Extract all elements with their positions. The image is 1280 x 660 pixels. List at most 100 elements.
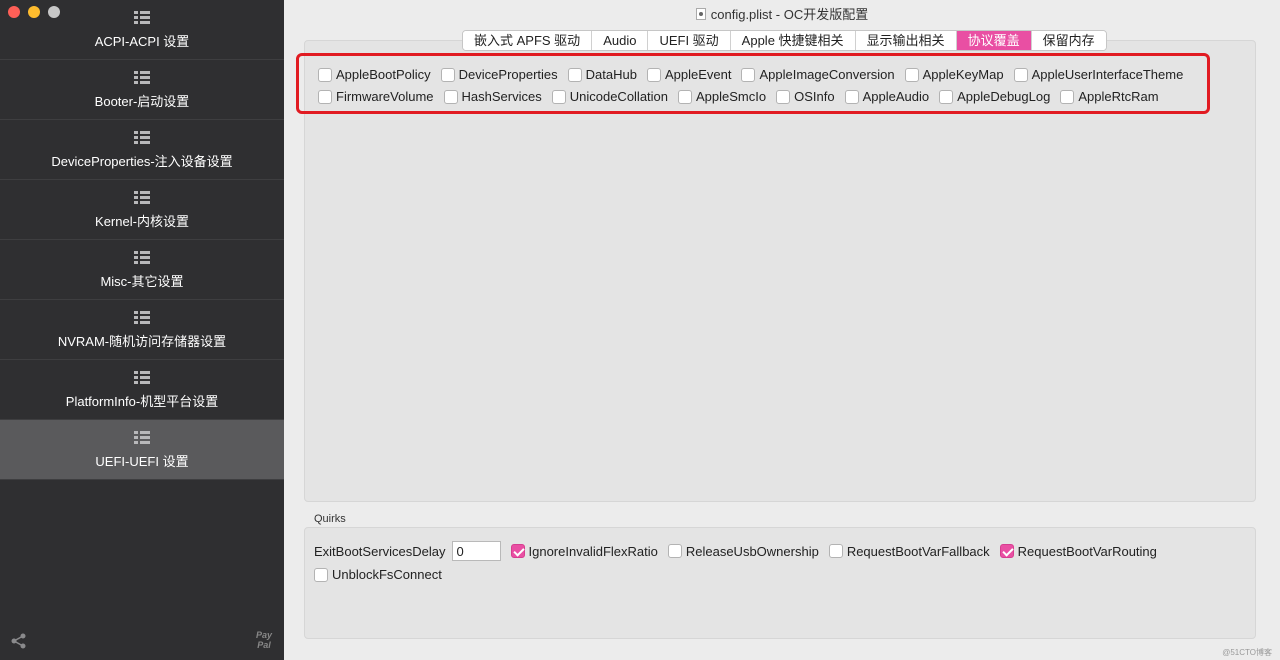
quirks-row-2: UnblockFsConnect	[314, 567, 452, 582]
list-icon	[134, 131, 150, 145]
checkbox-box[interactable]	[1013, 67, 1028, 82]
exit-boot-services-delay-input[interactable]	[451, 541, 501, 561]
sidebar-item-kernel[interactable]: Kernel-内核设置	[0, 180, 284, 240]
sidebar-item-nvram[interactable]: NVRAM-随机访问存储器设置	[0, 300, 284, 360]
watermark: @51CTO博客	[1222, 648, 1272, 657]
sidebar-item-booter[interactable]: Booter-启动设置	[0, 60, 284, 120]
checkbox-dataHub[interactable]: DataHub	[567, 67, 637, 82]
sidebar-item-label: DeviceProperties-注入设备设置	[51, 154, 233, 169]
checkbox-osInfo[interactable]: OSInfo	[776, 89, 835, 104]
checkbox-label: DeviceProperties	[458, 67, 558, 82]
checkbox-deviceProperties[interactable]: DeviceProperties	[440, 67, 558, 82]
list-icon	[134, 71, 150, 85]
protocol-row-2: FirmwareVolume HashServices UnicodeColla…	[318, 89, 1169, 104]
sidebar-item-label: ACPI-ACPI 设置	[94, 34, 190, 49]
tab-apple-hotkeys[interactable]: Apple 快捷键相关	[730, 31, 856, 50]
share-icon[interactable]	[10, 632, 28, 650]
checkbox-label: UnblockFsConnect	[332, 567, 442, 582]
checkbox-appleSmcIo[interactable]: AppleSmcIo	[678, 89, 766, 104]
checkbox-label: UnicodeCollation	[569, 89, 669, 104]
tab-bar: 嵌入式 APFS 驱动 Audio UEFI 驱动 Apple 快捷键相关 显示…	[462, 30, 1107, 51]
checkbox-box[interactable]	[567, 67, 582, 82]
sidebar-item-label: Misc-其它设置	[100, 274, 184, 289]
checkbox-label: OSInfo	[794, 89, 835, 104]
checkbox-appleBootPolicy[interactable]: AppleBootPolicy	[318, 67, 431, 82]
list-icon	[134, 11, 150, 25]
checkbox-box[interactable]	[440, 67, 455, 82]
tab-uefi-drivers[interactable]: UEFI 驱动	[648, 31, 731, 50]
highlight-box	[296, 53, 1210, 114]
checkbox-box[interactable]	[678, 89, 693, 104]
tab-protocol-overrides[interactable]: 协议覆盖	[956, 31, 1032, 50]
list-icon	[134, 311, 150, 325]
checkbox-hashServices[interactable]: HashServices	[443, 89, 542, 104]
checkbox-label: ReleaseUsbOwnership	[685, 543, 819, 559]
checkbox-firmwareVolume[interactable]: FirmwareVolume	[318, 89, 434, 104]
checkbox-box[interactable]	[646, 67, 661, 82]
checkbox-releaseUsbOwnership[interactable]: ReleaseUsbOwnership	[667, 543, 819, 559]
sidebar-item-deviceproperties[interactable]: DeviceProperties-注入设备设置	[0, 120, 284, 180]
tab-apfs[interactable]: 嵌入式 APFS 驱动	[463, 31, 593, 50]
tab-display-output[interactable]: 显示输出相关	[855, 31, 957, 50]
checkbox-appleDebugLog[interactable]: AppleDebugLog	[939, 89, 1050, 104]
checkbox-box[interactable]	[551, 89, 566, 104]
exit-boot-services-delay-label: ExitBootServicesDelay	[314, 543, 446, 559]
checkbox-requestBootVarRouting[interactable]: RequestBootVarRouting	[999, 543, 1157, 559]
checkbox-box[interactable]	[667, 544, 682, 558]
sidebar-item-label: Booter-启动设置	[94, 94, 190, 109]
checkbox-label: AppleUserInterfaceTheme	[1031, 67, 1184, 82]
checkbox-label: AppleEvent	[664, 67, 732, 82]
quirks-title: Quirks	[314, 513, 346, 525]
checkbox-unicodeCollation[interactable]: UnicodeCollation	[551, 89, 669, 104]
sidebar-item-label: Kernel-内核设置	[95, 214, 189, 229]
checkbox-box[interactable]	[939, 89, 954, 104]
checkbox-requestBootVarFallback[interactable]: RequestBootVarFallback	[828, 543, 990, 559]
close-button[interactable]	[8, 6, 20, 18]
checkbox-box[interactable]	[510, 544, 525, 558]
checkbox-box[interactable]	[318, 89, 332, 104]
sidebar-item-label: PlatformInfo-机型平台设置	[65, 394, 219, 409]
checkbox-box[interactable]	[828, 544, 843, 558]
sidebar-item-platforminfo[interactable]: PlatformInfo-机型平台设置	[0, 360, 284, 420]
checkbox-label: AppleDebugLog	[957, 89, 1051, 104]
main-area: config.plist - OC开发版配置 嵌入式 APFS 驱动 Audio…	[284, 0, 1280, 660]
checkbox-box[interactable]	[776, 89, 791, 104]
checkbox-box[interactable]	[314, 567, 328, 582]
checkbox-label: RequestBootVarFallback	[846, 543, 990, 559]
list-icon	[134, 191, 150, 205]
zoom-button[interactable]	[48, 6, 60, 18]
checkbox-box[interactable]	[999, 544, 1014, 558]
checkbox-box[interactable]	[1060, 89, 1075, 104]
document-icon	[695, 8, 706, 20]
minimize-button[interactable]	[28, 6, 40, 18]
sidebar-item-uefi[interactable]: UEFI-UEFI 设置	[0, 420, 284, 480]
checkbox-label: AppleImageConversion	[759, 67, 895, 82]
list-icon	[134, 431, 150, 445]
checkbox-box[interactable]	[844, 89, 859, 104]
list-icon	[134, 371, 150, 385]
list-icon	[134, 251, 150, 265]
tab-audio[interactable]: Audio	[592, 31, 649, 50]
checkbox-ignoreInvalidFlexRatio[interactable]: IgnoreInvalidFlexRatio	[510, 544, 658, 559]
checkbox-appleRtcRam[interactable]: AppleRtcRam	[1060, 89, 1159, 104]
paypal-icon[interactable]: Pay Pal	[256, 630, 272, 650]
checkbox-label: FirmwareVolume	[336, 89, 434, 104]
sidebar: ACPI-ACPI 设置 Booter-启动设置 DevicePropertie…	[0, 0, 284, 660]
checkbox-label: AppleBootPolicy	[336, 67, 431, 82]
checkbox-appleEvent[interactable]: AppleEvent	[646, 67, 732, 82]
checkbox-box[interactable]	[741, 67, 756, 82]
sidebar-item-misc[interactable]: Misc-其它设置	[0, 240, 284, 300]
checkbox-box[interactable]	[443, 89, 458, 104]
checkbox-appleAudio[interactable]: AppleAudio	[844, 89, 929, 104]
checkbox-box[interactable]	[318, 67, 332, 82]
checkbox-label: DataHub	[585, 67, 637, 82]
checkbox-appleUserInterfaceTheme[interactable]: AppleUserInterfaceTheme	[1013, 67, 1184, 82]
checkbox-label: RequestBootVarRouting	[1017, 543, 1157, 559]
tab-reserved-memory[interactable]: 保留内存	[1031, 31, 1106, 50]
checkbox-appleKeyMap[interactable]: AppleKeyMap	[904, 67, 1004, 82]
sidebar-nav: ACPI-ACPI 设置 Booter-启动设置 DevicePropertie…	[0, 0, 284, 480]
checkbox-unblockFsConnect[interactable]: UnblockFsConnect	[314, 567, 442, 582]
checkbox-box[interactable]	[904, 67, 919, 82]
protocol-row-1: AppleBootPolicy DeviceProperties DataHub…	[318, 67, 1193, 82]
checkbox-appleImageConversion[interactable]: AppleImageConversion	[741, 67, 895, 82]
